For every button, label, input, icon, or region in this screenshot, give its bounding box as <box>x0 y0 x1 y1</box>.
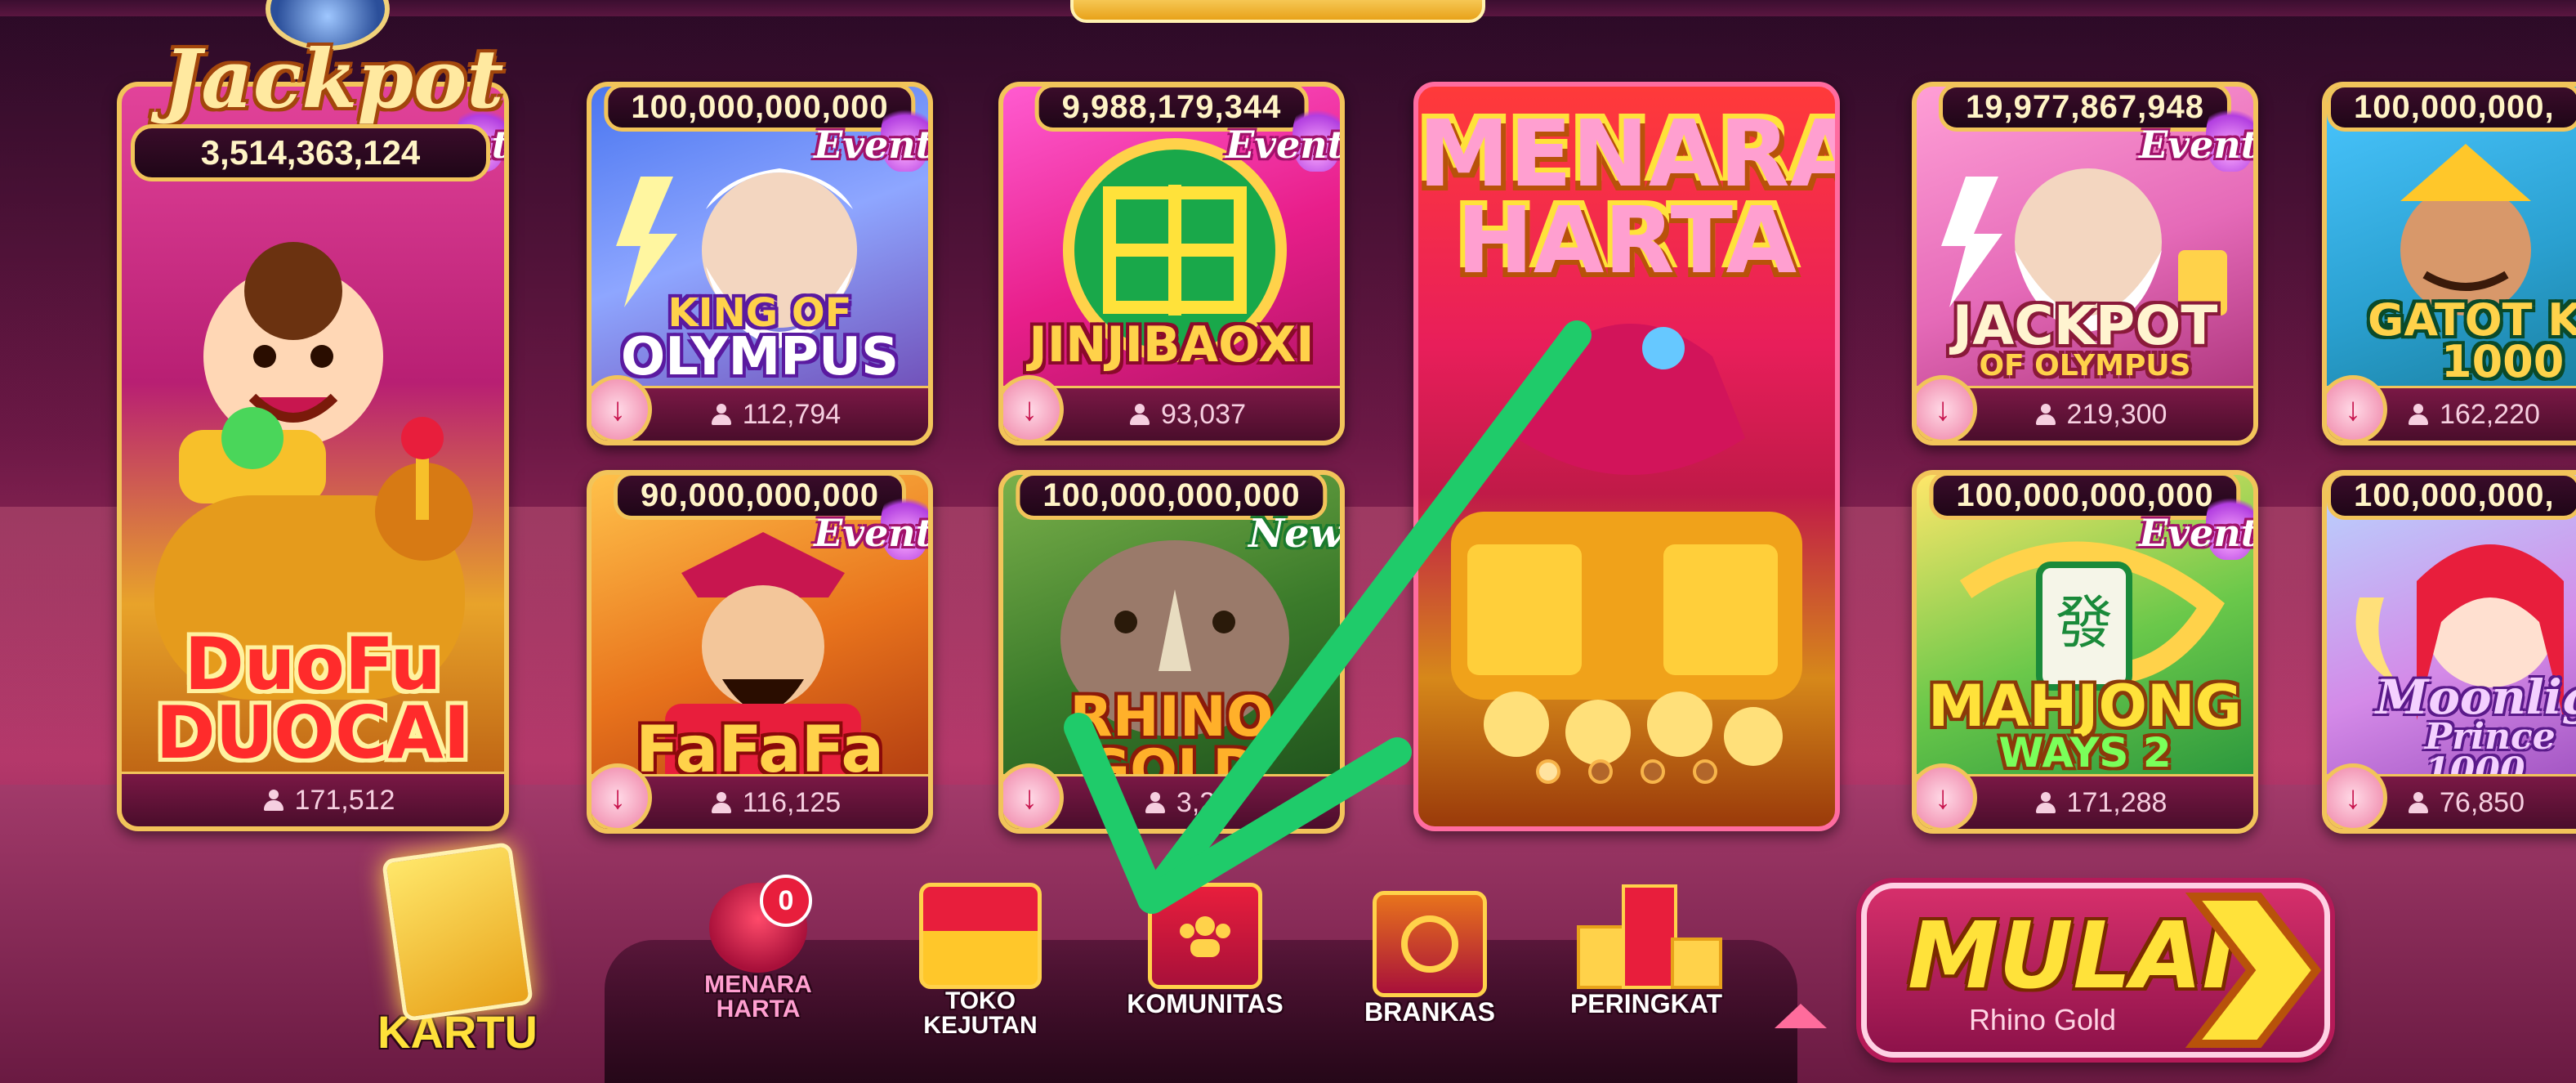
download-icon[interactable]: ↓ <box>1003 763 1064 829</box>
download-icon[interactable]: ↓ <box>592 763 652 829</box>
chevron-right-icon <box>2185 893 2322 1048</box>
nav-label-menara-harta: MENARA HARTA <box>704 971 812 1023</box>
nav-menara-harta[interactable]: 0 MENARA HARTA <box>685 875 832 1023</box>
game-card-rhino-gold[interactable]: 100,000,000,000 New RHINO GOLD 3,28 ↓ <box>998 470 1345 834</box>
svg-text:發: 發 <box>2056 589 2113 656</box>
nav-label-brankas: BRANKAS <box>1364 997 1495 1027</box>
selected-game-label: Rhino Gold <box>1968 1003 2117 1036</box>
banner-title: MENARA HARTA <box>1418 101 1840 295</box>
player-count: 3,28 <box>1176 786 1231 818</box>
game-card-fafafa[interactable]: 90,000,000,000 Event FaFaFa 116,125 ↓ <box>587 470 933 834</box>
community-icon <box>1148 883 1262 989</box>
download-icon[interactable]: ↓ <box>1917 763 1977 829</box>
carousel-dot[interactable] <box>1588 759 1613 784</box>
nav-label-peringkat: PERINGKAT <box>1569 989 1723 1018</box>
chevron-up-icon[interactable] <box>1775 1004 1827 1028</box>
download-icon[interactable]: ↓ <box>1917 375 1977 441</box>
download-icon[interactable]: ↓ <box>592 375 652 441</box>
event-badge: Event <box>2139 486 2253 560</box>
game-card-mahjong-ways-2[interactable]: 100,000,000,000 發 Event MAHJONG WAYS 2 1… <box>1912 470 2258 834</box>
game-title-line2: DUOCAI <box>155 690 471 775</box>
person-icon <box>2409 404 2428 425</box>
treasure-chest-icon <box>919 883 1042 989</box>
person-icon <box>711 404 731 425</box>
player-count: 162,220 <box>2440 398 2540 430</box>
jackpot-title: Jackpot <box>163 33 504 127</box>
person-icon <box>2409 792 2428 813</box>
game-card-moonlight-princess[interactable]: 100,000,000, Moonlig Prince 1000 76,850 … <box>2322 470 2576 834</box>
nav-brankas[interactable]: BRANKAS <box>1348 891 1511 1027</box>
person-icon <box>2035 404 2056 425</box>
person-icon <box>1130 404 1150 425</box>
player-count: 171,288 <box>2066 786 2168 818</box>
player-count-strip: 171,512 <box>122 772 504 826</box>
nav-peringkat[interactable]: PERINGKAT <box>1552 884 1740 1019</box>
player-count: 219,300 <box>2066 398 2168 430</box>
event-badge: Event <box>814 486 928 560</box>
carousel-dots <box>1418 759 1835 784</box>
game-title: KING OF OLYMPUS <box>620 290 900 387</box>
nav-toko-kejutan[interactable]: TOKO KEJUTAN <box>899 883 1062 1038</box>
carousel-dot[interactable] <box>1641 759 1665 784</box>
person-icon <box>1145 792 1165 813</box>
mulai-button[interactable]: MULAI Rhino Gold <box>1861 883 2330 1058</box>
nav-kartu[interactable]: KARTU <box>351 841 564 1058</box>
banner-title-line1: MENARA <box>1418 101 1840 208</box>
game-title: FaFaFa <box>635 714 885 787</box>
person-icon <box>2035 792 2056 813</box>
person-icon <box>711 792 731 813</box>
menara-harta-banner[interactable]: MENARA HARTA <box>1413 82 1840 831</box>
player-count: 93,037 <box>1161 398 1246 430</box>
game-card-gatot-kaca[interactable]: 100,000,000, GATOT KA 1000 162,220 ↓ <box>2322 82 2576 445</box>
game-title-line1: DuoFu <box>184 622 442 706</box>
safe-icon <box>1373 891 1487 997</box>
podium-icon <box>1577 884 1722 989</box>
nav-label-toko-kejutan: TOKO KEJUTAN <box>923 987 1038 1039</box>
game-title: MAHJONG WAYS 2 <box>1927 673 2242 776</box>
carousel-dot[interactable] <box>1536 759 1560 784</box>
nav-komunitas[interactable]: KOMUNITAS <box>1115 883 1295 1019</box>
player-count: 116,125 <box>742 786 842 818</box>
new-badge: New <box>1248 511 1343 557</box>
game-title: GATOT KA 1000 <box>2368 294 2576 388</box>
event-badge: Event <box>2139 98 2253 172</box>
jackpot-value: 100,000,000, <box>2327 87 2576 132</box>
top-center-button[interactable] <box>1070 0 1485 23</box>
download-icon[interactable]: ↓ <box>1003 375 1064 441</box>
jackpot-game-card[interactable]: Event DuoFu DUOCAI 171,512 <box>117 82 509 831</box>
safe-dial-icon <box>1401 915 1458 973</box>
card-icon <box>381 841 534 1023</box>
nav-label-komunitas: KOMUNITAS <box>1127 989 1284 1018</box>
player-count: 76,850 <box>2440 786 2525 818</box>
game-title: DuoFu DUOCAI <box>122 622 504 775</box>
dragon-icon: 0 <box>709 875 812 973</box>
carousel-dot[interactable] <box>1693 759 1717 784</box>
player-count: 112,794 <box>742 398 842 430</box>
banner-title-line2: HARTA <box>1456 188 1797 295</box>
game-title: JACKPOT OF OLYMPUS <box>1952 294 2218 383</box>
jackpot-amount: 3,514,363,124 <box>131 124 490 181</box>
event-badge: Event <box>1225 98 1340 172</box>
player-count: 171,512 <box>294 784 395 816</box>
notification-badge: 0 <box>760 875 812 927</box>
jackpot-value: 100,000,000, <box>2327 475 2576 520</box>
download-icon[interactable]: ↓ <box>2327 375 2387 441</box>
game-card-jackpot-of-olympus[interactable]: 19,977,867,948 Event JACKPOT OF OLYMPUS … <box>1912 82 2258 445</box>
game-card-jinjibaoxi[interactable]: 9,988,179,344 Event JINJIBAOXI 93,037 ↓ <box>998 82 1345 445</box>
event-badge: Event <box>814 98 928 172</box>
download-icon[interactable]: ↓ <box>2327 763 2387 829</box>
person-icon <box>263 790 283 811</box>
game-title: JINJIBAOXI <box>1029 316 1315 374</box>
game-card-king-of-olympus[interactable]: 100,000,000,000 Event KING OF OLYMPUS 11… <box>587 82 933 445</box>
